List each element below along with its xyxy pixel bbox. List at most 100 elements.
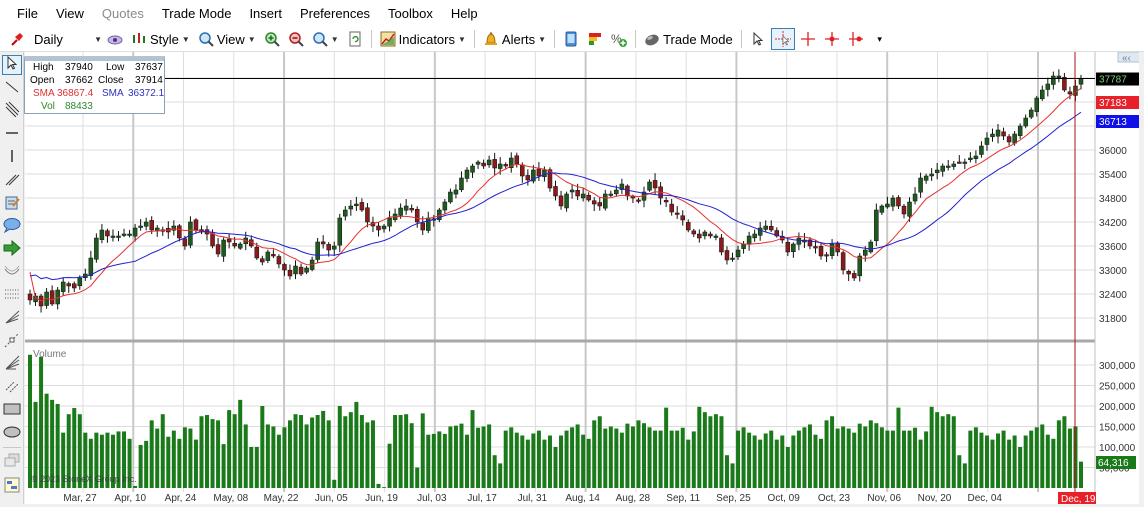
volume-bar (813, 434, 818, 488)
menu-view[interactable]: View (47, 0, 93, 27)
volume-bar (332, 479, 337, 488)
cursor-arrow-icon (750, 31, 766, 47)
candle-up (486, 159, 492, 166)
crosshair-offset-button[interactable] (845, 28, 867, 50)
toolbar-overflow-button[interactable]: ▾ (869, 28, 891, 50)
rectangle-tool[interactable] (2, 400, 22, 420)
collapse-axis-button[interactable]: «‹ (1117, 51, 1143, 64)
candle-up (580, 193, 586, 199)
zoom-menu-button[interactable]: ▼ (309, 28, 342, 50)
candle-up (60, 281, 66, 292)
percent-add-button[interactable]: % (608, 28, 630, 50)
chart-area[interactable]: 31800 32400 33000 33600 34200 34800 35400 36000… (25, 51, 1144, 505)
fibonacci-tool[interactable] (2, 285, 22, 305)
candle-down (680, 215, 685, 221)
candle-down (824, 254, 829, 257)
candle-up (1034, 97, 1039, 112)
last-volume-tag: 64,316 (1096, 456, 1136, 469)
menu-toolbox[interactable]: Toolbox (379, 0, 442, 27)
candle-up (315, 241, 320, 260)
candle-up (127, 233, 132, 236)
crosshair-date-tag: Dec, 19 (1058, 492, 1096, 505)
menu-help[interactable]: Help (442, 0, 487, 27)
fan-tool[interactable] (2, 308, 22, 328)
chart-canvas[interactable]: 31800 32400 33000 33600 34200 34800 35400 36000… (25, 51, 1144, 505)
indicators-button[interactable]: Indicators ▼ (377, 28, 469, 50)
menu-file[interactable]: File (8, 0, 47, 27)
candle-down (492, 159, 497, 169)
volume-bar (979, 432, 984, 488)
zoom-in-button[interactable] (261, 28, 283, 50)
crosshair-button[interactable] (797, 28, 819, 50)
refresh-button[interactable] (344, 28, 366, 50)
candle-up (381, 225, 387, 230)
arc-tool[interactable] (2, 262, 22, 282)
mobile-button[interactable] (560, 28, 582, 50)
sma-fast-info-value: 36867.4 (57, 88, 94, 99)
candle-down (1062, 76, 1067, 91)
note-tool[interactable] (2, 193, 22, 213)
candle-up (614, 189, 619, 195)
tool-separator (3, 447, 21, 448)
period-select[interactable]: Daily ▼ (30, 28, 102, 50)
trendline-tool[interactable] (2, 78, 22, 98)
refresh-page-icon (347, 31, 363, 47)
close-value: 37914 (135, 75, 163, 86)
volume-bar (1062, 416, 1067, 488)
time-axis-label: Jun, 19 (365, 493, 398, 504)
measure-tool[interactable] (2, 331, 22, 351)
copy-drawing-tool (2, 451, 22, 471)
menu-insert[interactable]: Insert (240, 0, 291, 27)
style-button[interactable]: Style ▼ (128, 28, 193, 50)
mobile-device-icon (563, 31, 579, 47)
candle-down (298, 266, 304, 275)
notepad-icon (4, 194, 20, 213)
candle-down (901, 205, 907, 215)
alerts-button[interactable]: Alerts ▼ (480, 28, 549, 50)
vertical-scrollbar[interactable] (1139, 52, 1144, 504)
zoom-out-button[interactable] (285, 28, 307, 50)
select-tool[interactable] (2, 55, 22, 75)
view-button[interactable]: View ▼ (195, 28, 259, 50)
menu-preferences[interactable]: Preferences (291, 0, 379, 27)
period-value: Daily (34, 31, 63, 47)
crosshair-dot-button[interactable] (821, 28, 843, 50)
indicators-chart-icon (380, 31, 396, 47)
callout-tool[interactable] (2, 216, 22, 236)
ohlc-info-box[interactable]: High 37940 Low 37637 Open 37662 Close 37… (24, 56, 165, 114)
vertical-line-tool[interactable] (2, 147, 22, 167)
cycle-lines-tool[interactable] (2, 377, 22, 397)
crosshair-pointer-button[interactable] (770, 28, 795, 50)
gann-fan-tool[interactable] (2, 354, 22, 374)
volume-bar (238, 399, 243, 488)
candle-up (735, 249, 741, 258)
candlestick-style-icon (131, 31, 147, 47)
candle-down (1006, 136, 1012, 143)
color-bars-button[interactable] (584, 28, 606, 50)
volume-bar (586, 438, 591, 488)
candle-up (984, 137, 990, 145)
volume-bar (310, 417, 315, 488)
object-list-tool[interactable] (2, 476, 22, 496)
horizontal-line-tool[interactable] (2, 124, 22, 144)
chart-settings-button[interactable] (104, 28, 126, 50)
pointer-tool-button[interactable] (747, 28, 769, 50)
candle-up (907, 201, 912, 217)
candle-up (564, 193, 569, 209)
parallel-tool[interactable] (2, 170, 22, 190)
volume-bar (398, 415, 403, 488)
fan-lines-icon (4, 309, 20, 328)
volume-bar (304, 424, 309, 488)
candle-up (475, 161, 481, 165)
time-axis-label: May, 08 (213, 493, 248, 504)
menu-trade-mode[interactable]: Trade Mode (153, 0, 241, 27)
pin-button[interactable] (6, 28, 28, 50)
candle-down (276, 256, 282, 265)
ellipse-tool[interactable] (2, 423, 22, 443)
arrow-tool[interactable] (2, 239, 22, 259)
channel-tool[interactable] (2, 100, 22, 120)
trade-mode-button[interactable]: Trade Mode (641, 28, 736, 50)
volume-bar (724, 455, 729, 488)
candle-up (934, 169, 940, 173)
volume-bar (752, 435, 757, 488)
